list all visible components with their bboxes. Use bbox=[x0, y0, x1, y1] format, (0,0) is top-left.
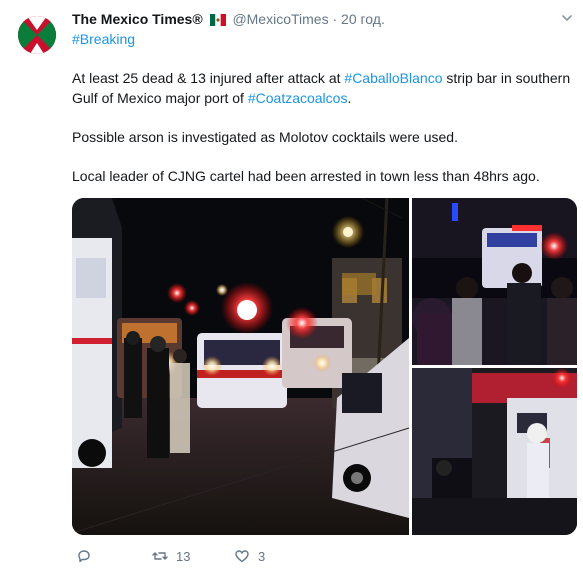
tweet-paragraph-2: Possible arson is investigated as Moloto… bbox=[72, 129, 458, 145]
tweet-timestamp[interactable]: 20 год. bbox=[341, 11, 385, 27]
hashtag-caballoblanco-link[interactable]: #CaballoBlanco bbox=[344, 70, 442, 86]
hashtag-breaking-line: #Breaking bbox=[72, 30, 135, 48]
media-photo-main[interactable] bbox=[72, 198, 410, 535]
author-name[interactable]: The Mexico Times® bbox=[72, 11, 203, 27]
media-grid bbox=[72, 198, 577, 535]
hashtag-breaking-link[interactable]: #Breaking bbox=[72, 31, 135, 47]
media-photo-top-right[interactable] bbox=[412, 198, 577, 365]
text-segment: At least 25 dead & 13 injured after atta… bbox=[72, 70, 345, 86]
author-handle[interactable]: @MexicoTimes bbox=[232, 11, 328, 27]
separator-dot: · bbox=[332, 11, 338, 27]
tweet-actions: 13 3 bbox=[72, 548, 492, 568]
tweet-paragraph-1: At least 25 dead & 13 injured after atta… bbox=[72, 68, 572, 108]
mexico-flag-icon bbox=[209, 14, 226, 26]
tweet-paragraph-3: Local leader of CJNG cartel had been arr… bbox=[72, 168, 540, 184]
tweet-header: The Mexico Times® @MexicoTimes · 20 год. bbox=[72, 10, 385, 28]
tweet-text: At least 25 dead & 13 injured after atta… bbox=[72, 68, 572, 205]
avatar[interactable] bbox=[18, 16, 56, 54]
hashtag-coatzacoalcos-link[interactable]: #Coatzacoalcos bbox=[248, 90, 348, 106]
retweet-count: 13 bbox=[176, 548, 191, 564]
media-photo-bottom-right[interactable] bbox=[412, 368, 577, 535]
mexico-times-logo-icon bbox=[18, 16, 56, 54]
like-count: 3 bbox=[258, 548, 266, 564]
chevron-down-icon[interactable] bbox=[561, 12, 573, 24]
text-segment: . bbox=[347, 90, 352, 106]
